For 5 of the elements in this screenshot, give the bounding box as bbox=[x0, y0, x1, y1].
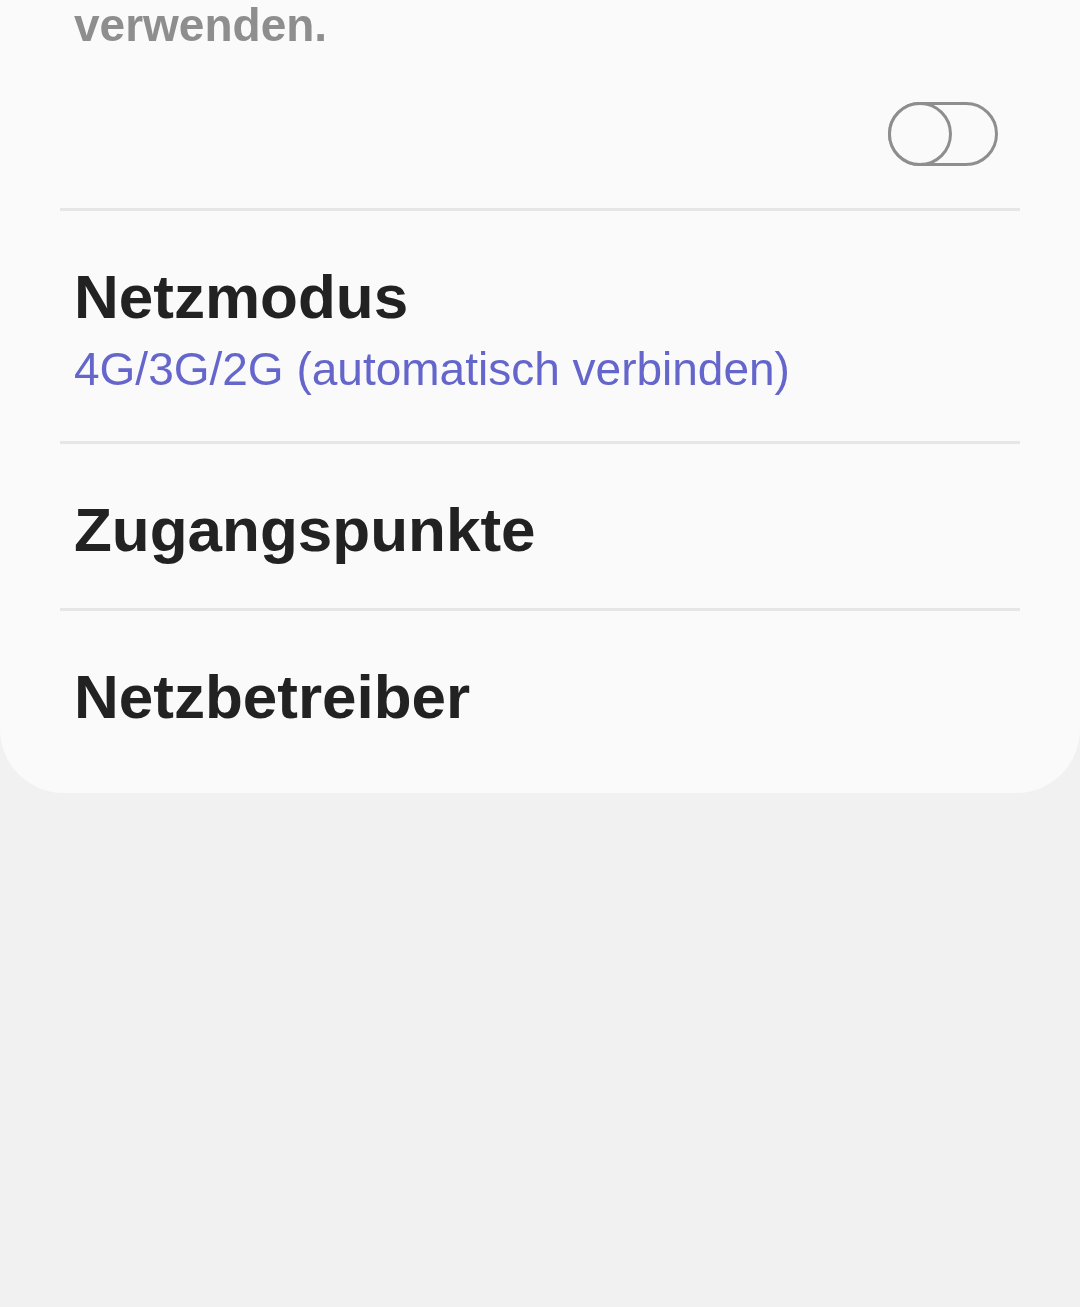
description-text: verwenden. bbox=[74, 0, 329, 50]
settings-item[interactable]: Netzbetreiber bbox=[0, 611, 1080, 775]
toggle-switch[interactable] bbox=[888, 102, 998, 166]
settings-item[interactable]: Zugangspunkte bbox=[0, 444, 1080, 608]
settings-item[interactable]: Netzmodus 4G/3G/2G (automatisch verbinden) bbox=[0, 211, 1080, 441]
